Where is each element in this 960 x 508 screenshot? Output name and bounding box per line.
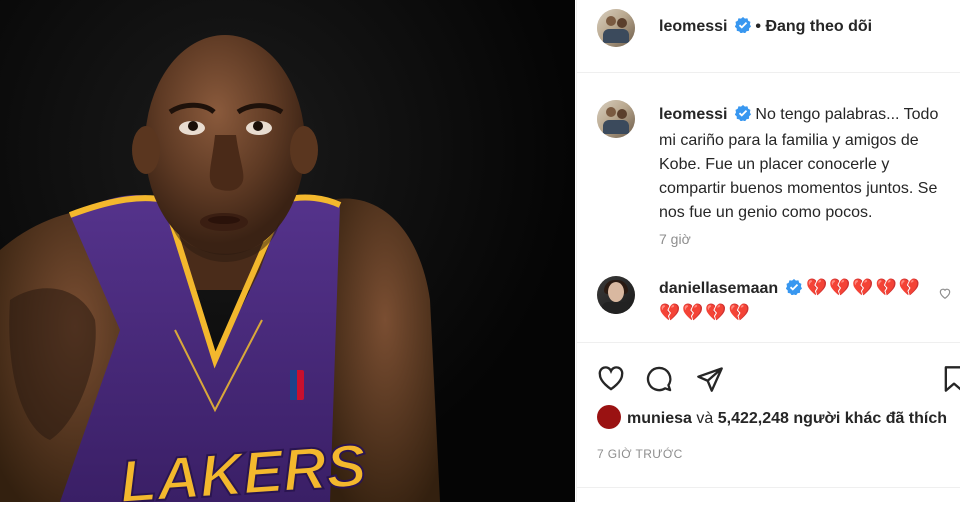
bookmark-icon[interactable] <box>943 365 960 398</box>
share-icon[interactable] <box>696 365 724 398</box>
comment-item: daniellasemaan 💔💔💔💔💔💔💔💔💔 <box>659 277 929 325</box>
post-details-panel: leomessi • Đang theo dõi leomessi No ten… <box>576 0 960 502</box>
comment-username[interactable]: daniellasemaan <box>659 280 778 297</box>
likes-connector: và <box>696 410 714 427</box>
header-separator: • <box>755 18 761 35</box>
header-username[interactable]: leomessi <box>659 18 727 35</box>
comment-like-heart-icon[interactable] <box>938 286 952 305</box>
likes-count[interactable]: 5,422,248 <box>718 410 789 427</box>
caption-avatar[interactable] <box>597 100 635 138</box>
caption-text: No tengo palabras... Todo mi cariño para… <box>659 106 939 221</box>
verified-badge-icon <box>734 105 751 129</box>
avatar[interactable] <box>597 9 635 47</box>
caption: leomessi No tengo palabras... Todo mi ca… <box>659 103 959 225</box>
caption-time[interactable]: 7 giờ <box>659 231 691 247</box>
caption-username[interactable]: leomessi <box>659 106 727 123</box>
post-image[interactable]: LAKERS <box>0 0 575 502</box>
post-timestamp[interactable]: 7 GIỜ TRƯỚC <box>597 447 683 461</box>
post-header: leomessi • Đang theo dõi <box>577 0 960 73</box>
likes-summary: muniesa và 5,422,248 người khác đã thích <box>597 405 947 429</box>
likes-suffix[interactable]: người khác đã thích <box>793 410 947 427</box>
following-button[interactable]: Đang theo dõi <box>765 18 872 35</box>
verified-badge-icon <box>734 17 751 38</box>
comments-section: leomessi No tengo palabras... Todo mi ca… <box>577 73 960 341</box>
heart-icon[interactable] <box>597 365 625 396</box>
liker-username[interactable]: muniesa <box>627 410 692 427</box>
comment-icon[interactable] <box>645 365 673 398</box>
commenter-avatar[interactable] <box>597 276 635 314</box>
post-actions: muniesa và 5,422,248 người khác đã thích… <box>577 342 960 503</box>
verified-badge-icon <box>785 279 802 302</box>
post-photo-illustration: LAKERS <box>0 35 440 502</box>
add-comment-area[interactable] <box>577 487 960 508</box>
liker-avatar[interactable] <box>597 405 621 429</box>
